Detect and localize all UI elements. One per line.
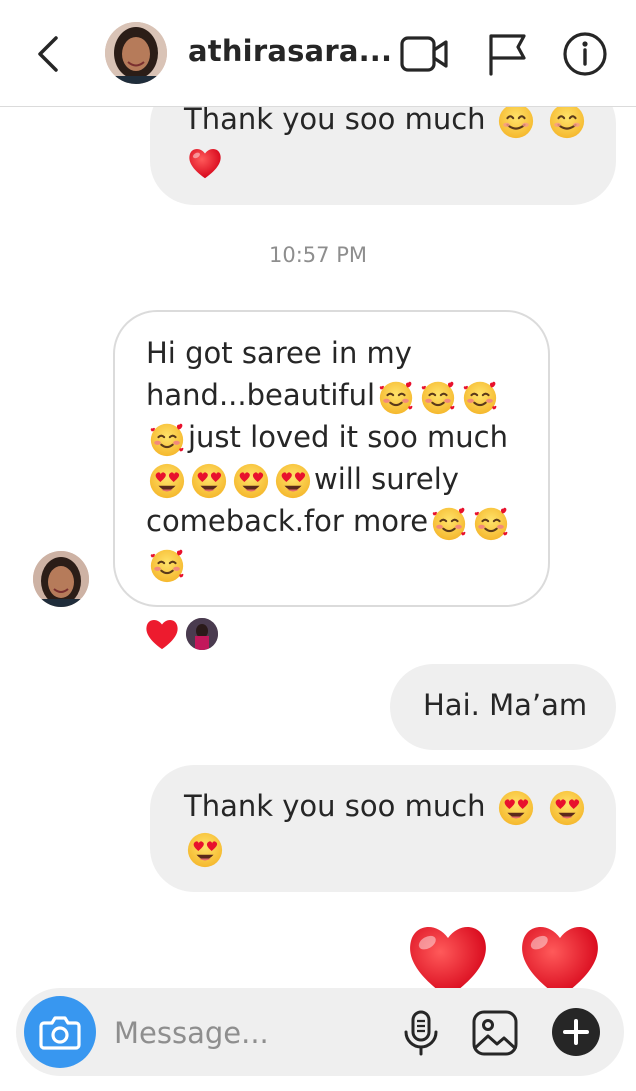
message-input[interactable] <box>112 1010 376 1056</box>
reactor-avatar[interactable] <box>184 616 220 652</box>
smiling-face-with-hearts-emoji-icon <box>430 504 468 542</box>
smiling-face-with-hearts-emoji-icon <box>377 378 415 416</box>
message-line: hand...beautiful <box>146 374 530 416</box>
gallery-button[interactable] <box>470 1008 520 1058</box>
voice-message-button[interactable] <box>396 1008 446 1058</box>
video-call-icon <box>400 36 448 72</box>
gallery-icon <box>472 1010 518 1056</box>
heart-eyes-emoji-icon <box>232 462 270 500</box>
back-icon <box>38 36 58 72</box>
sent-message[interactable]: Hai. Ma’am <box>390 664 616 750</box>
conversation-area: Thank you soo much 10:57 PM Hi got saree… <box>0 0 636 1091</box>
message-line: just loved it soo much <box>146 416 530 458</box>
info-button[interactable] <box>560 30 612 78</box>
back-button[interactable] <box>30 32 70 76</box>
smiling-face-with-hearts-emoji-icon <box>461 378 499 416</box>
camera-button[interactable] <box>24 996 96 1068</box>
message-text: Thank you soo much <box>184 102 486 136</box>
red-heart-emoji-icon <box>186 144 224 182</box>
message-composer <box>16 988 624 1076</box>
heart-eyes-emoji-icon <box>190 462 228 500</box>
message-line: will surely <box>146 458 530 500</box>
flag-icon <box>489 34 526 76</box>
contact-avatar[interactable] <box>105 22 167 84</box>
message-line: Hi got saree in my <box>146 336 412 370</box>
info-icon <box>563 32 607 76</box>
more-options-button[interactable] <box>552 1008 600 1056</box>
smiling-face-with-hearts-emoji-icon <box>419 378 457 416</box>
message-line: comeback.for more <box>146 500 530 542</box>
received-message[interactable]: Hi got saree in my hand...beautiful just… <box>113 310 550 607</box>
sender-avatar[interactable] <box>33 551 89 607</box>
smiling-face-with-hearts-emoji-icon <box>148 546 186 584</box>
video-call-button[interactable] <box>398 30 450 78</box>
camera-icon <box>39 1016 81 1050</box>
smiling-face-emoji-icon <box>548 102 586 140</box>
red-heart-reaction-icon[interactable] <box>143 616 181 652</box>
heart-eyes-emoji-icon <box>274 462 312 500</box>
microphone-icon <box>404 1010 438 1056</box>
smiling-face-with-hearts-emoji-icon <box>148 420 186 458</box>
plus-icon <box>563 1019 589 1045</box>
heart-eyes-emoji-icon <box>497 789 535 827</box>
chat-header: athirasara... <box>0 0 636 107</box>
message-text: Thank you soo much <box>184 789 486 823</box>
report-flag-button[interactable] <box>482 30 534 78</box>
contact-username[interactable]: athirasara... <box>188 34 392 68</box>
sent-message[interactable]: Thank you soo much <box>150 765 616 892</box>
heart-eyes-emoji-icon <box>548 789 586 827</box>
message-text: Hai. Ma’am <box>423 688 588 722</box>
smiling-face-with-hearts-emoji-icon <box>472 504 510 542</box>
message-line <box>146 542 530 584</box>
message-timestamp: 10:57 PM <box>269 243 367 267</box>
heart-eyes-emoji-icon <box>148 462 186 500</box>
smiling-face-emoji-icon <box>497 102 535 140</box>
heart-eyes-emoji-icon <box>186 831 224 869</box>
